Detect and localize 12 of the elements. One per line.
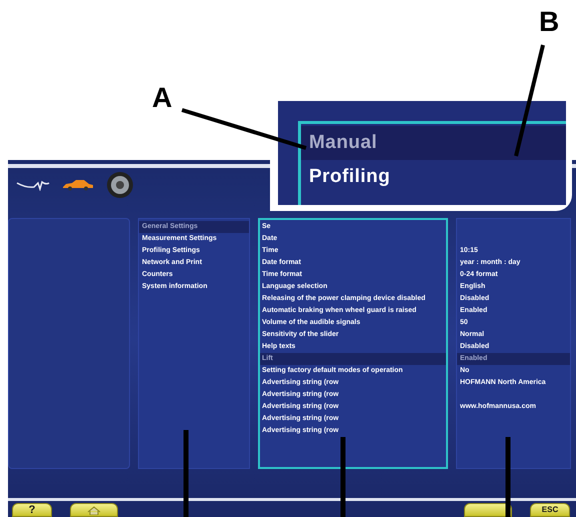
- help-button[interactable]: ?: [12, 503, 52, 517]
- car-icon: [62, 179, 94, 191]
- callout-label: B: [539, 8, 560, 36]
- wheel-icon: [106, 171, 134, 199]
- blank-button[interactable]: [464, 503, 512, 517]
- mode-item[interactable]: Manual: [301, 126, 566, 160]
- mode-item[interactable]: Profiling: [301, 160, 566, 194]
- home-button[interactable]: [70, 503, 118, 517]
- escape-button[interactable]: ESC: [530, 503, 570, 517]
- callout-label: A: [152, 84, 172, 112]
- home-icon: [87, 506, 101, 514]
- tire-profile-icon: [16, 179, 50, 191]
